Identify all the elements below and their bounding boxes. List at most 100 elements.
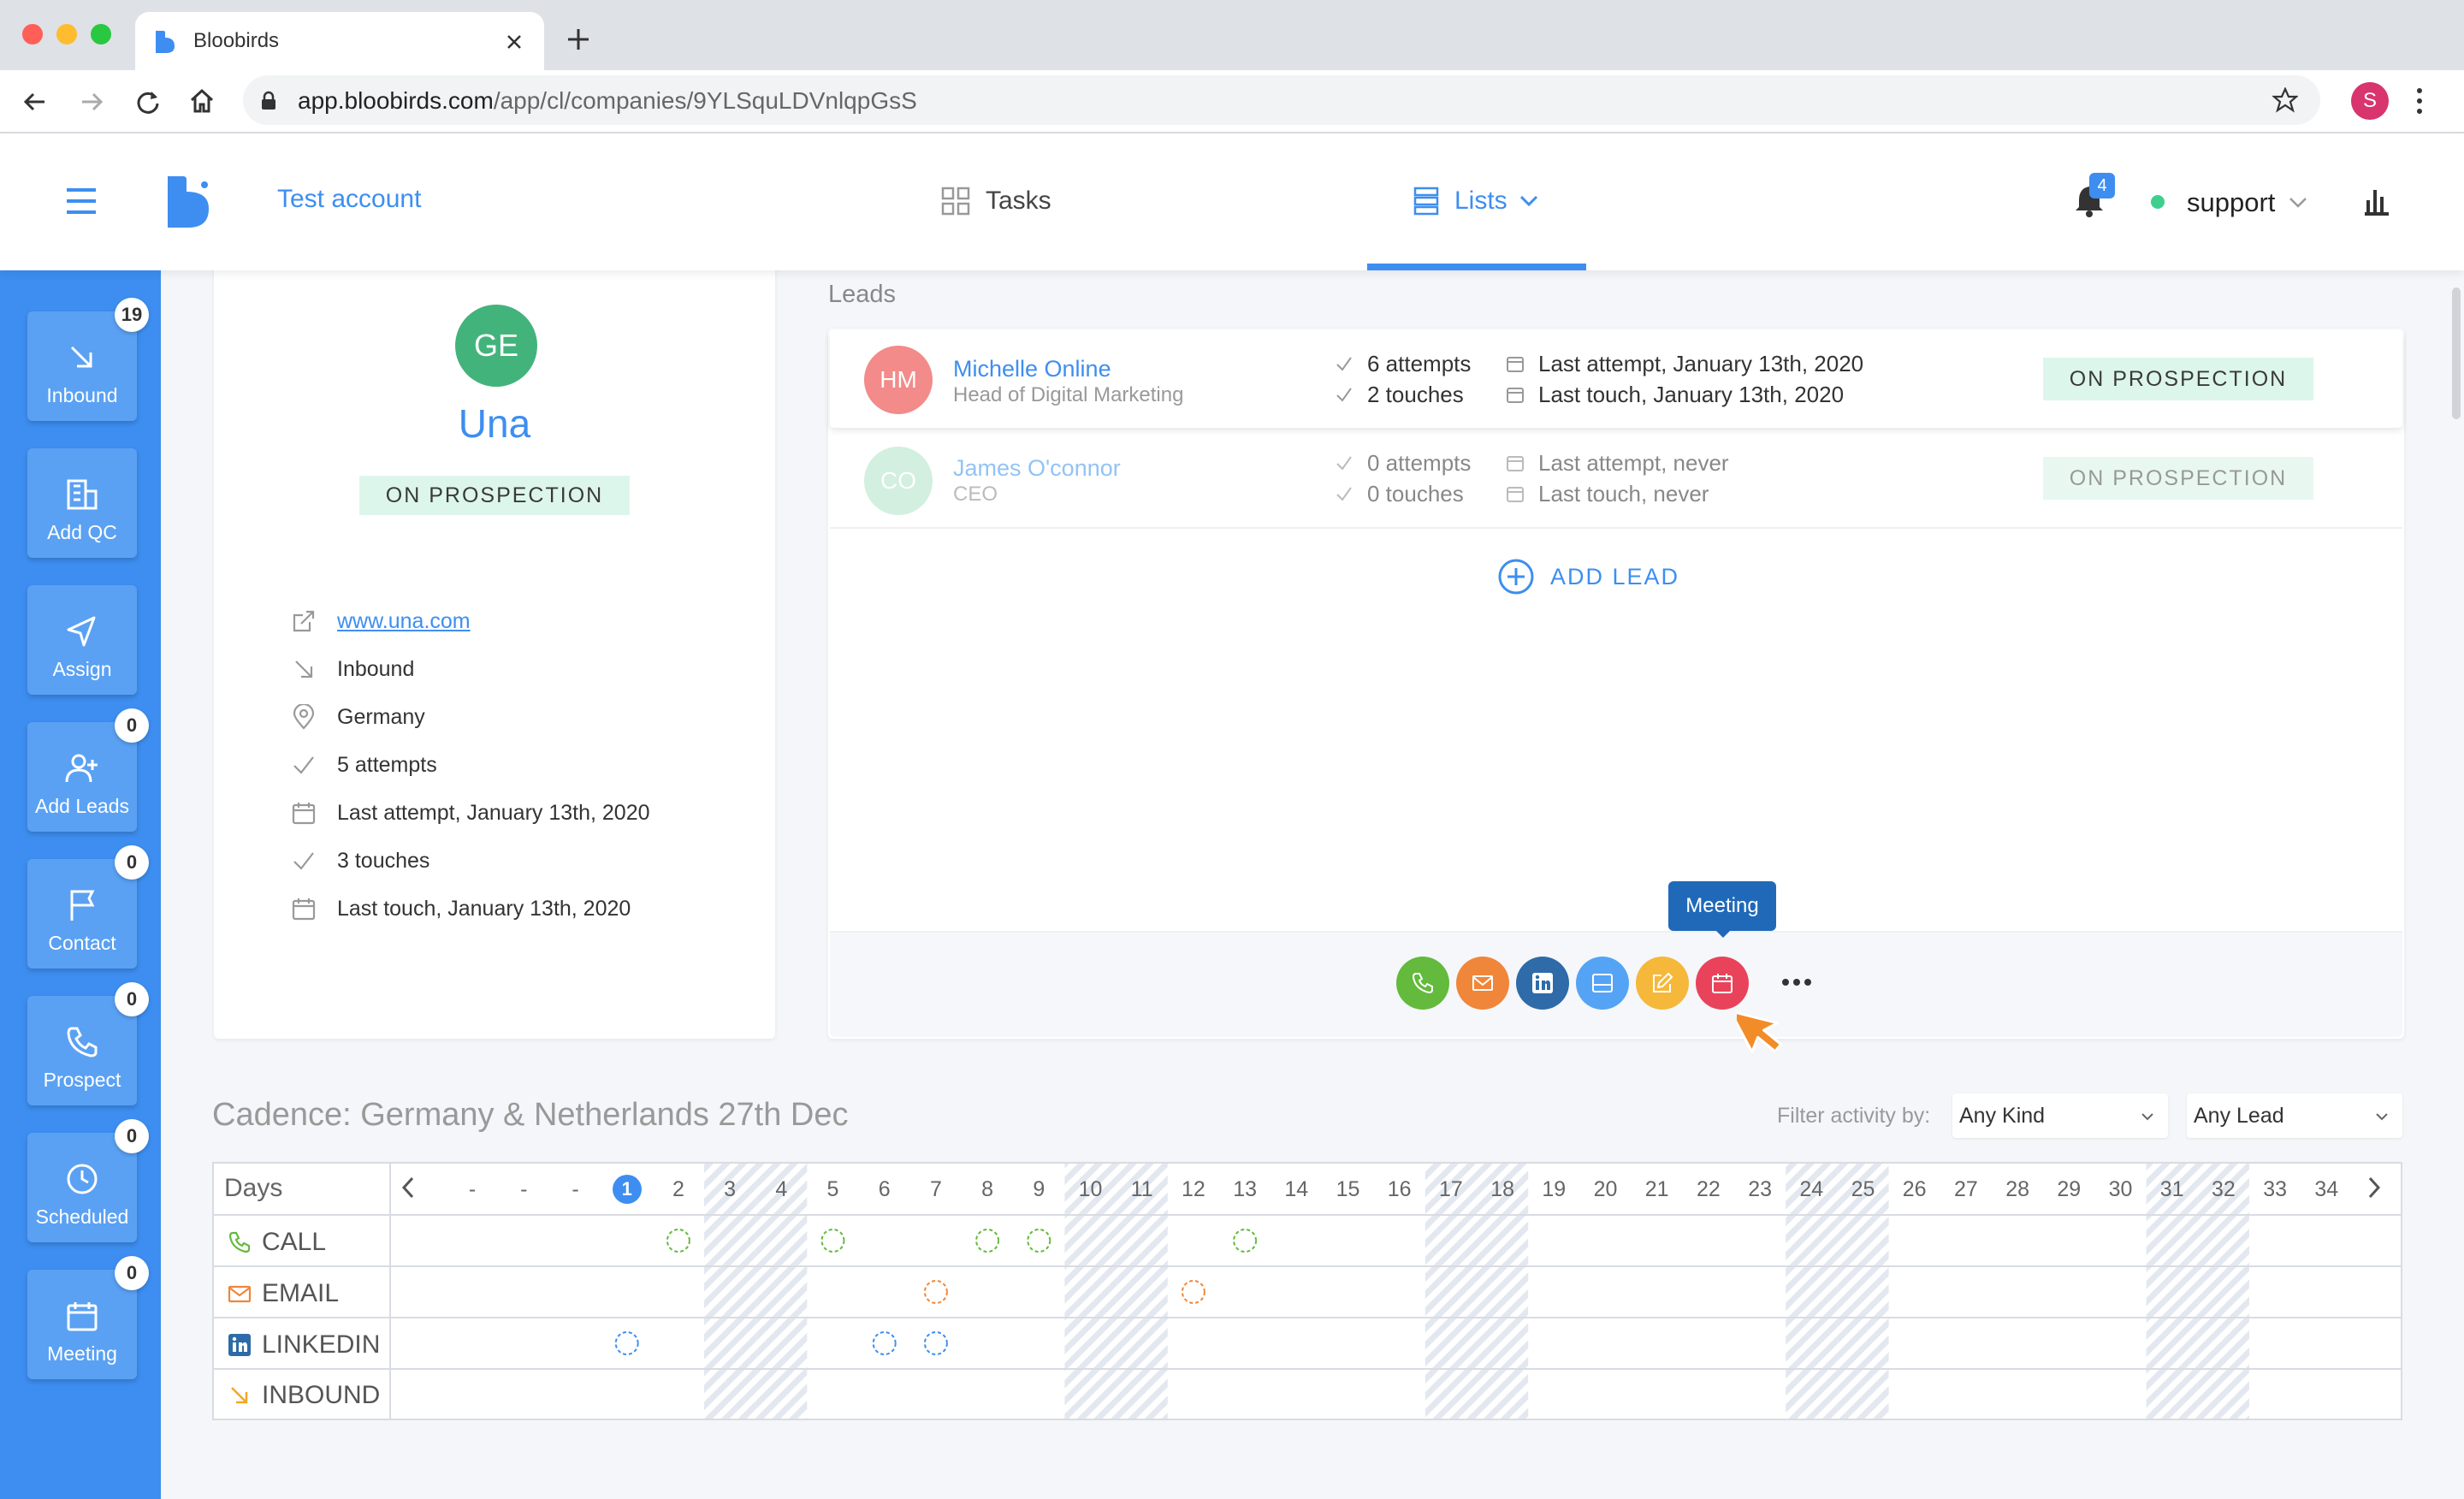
calendar-icon [67, 1302, 98, 1331]
day-header: 14 [1284, 1177, 1309, 1201]
day-header: 22 [1696, 1177, 1721, 1201]
calendar-icon [1507, 357, 1524, 372]
phone-icon [228, 1231, 251, 1253]
website-row: www.una.com [291, 604, 471, 638]
filter-kind-value: Any Kind [1959, 1104, 2046, 1128]
list-icon [1413, 187, 1439, 216]
company-name[interactable]: Una [214, 400, 775, 447]
new-tab-icon[interactable] [566, 27, 590, 51]
sidebar-item-assign[interactable]: Assign [27, 585, 137, 695]
count-badge: 0 [115, 1119, 149, 1153]
sidebar-item-scheduled[interactable]: Scheduled 0 [27, 1119, 149, 1242]
check-icon [293, 852, 314, 870]
activity-mark-linkedin[interactable] [872, 1331, 897, 1355]
day-header: 29 [2057, 1177, 2082, 1201]
browser-tab[interactable]: Bloobirds [135, 12, 544, 70]
sidebar-item-meeting[interactable]: Meeting 0 [27, 1256, 149, 1379]
sidebar-item-label: Inbound [46, 384, 118, 406]
home-icon[interactable] [188, 87, 216, 115]
day-header: 6 [878, 1177, 891, 1201]
lead-last-attempt: Last attempt, January 13th, 2020 [1538, 351, 1864, 376]
back-icon[interactable] [22, 89, 48, 115]
call-action-button[interactable] [1396, 957, 1449, 1010]
count-badge: 0 [115, 708, 149, 743]
address-bar[interactable]: app.bloobirds.com/app/cl/companies/9YLSq… [243, 75, 2320, 125]
leads-section-title: Leads [828, 281, 897, 308]
linkedin-action-button[interactable] [1516, 957, 1569, 1010]
check-icon [1336, 388, 1352, 402]
user-menu[interactable]: support [2187, 183, 2307, 222]
browser-menu-icon[interactable] [2414, 86, 2425, 116]
bloobirds-logo[interactable] [166, 175, 214, 229]
company-last-touch: Last touch, January 13th, 2020 [337, 896, 631, 921]
external-link-icon [293, 610, 315, 632]
day-header: 27 [1953, 1177, 1978, 1201]
activity-mark-call[interactable] [1233, 1229, 1258, 1253]
activity-mark-call[interactable] [820, 1229, 845, 1253]
filter-kind-select[interactable]: Any Kind [1952, 1093, 2168, 1138]
day-header: 19 [1542, 1177, 1567, 1201]
chevron-left-icon[interactable] [400, 1176, 416, 1200]
sidebar-item-add-leads[interactable]: Add Leads 0 [27, 708, 149, 832]
activity-mark-call[interactable] [666, 1229, 690, 1253]
company-website-link[interactable]: www.una.com [337, 609, 471, 634]
lead-name[interactable]: James O'connor [953, 455, 1121, 482]
company-attempts: 5 attempts [337, 752, 437, 777]
meeting-tooltip: Meeting [1668, 881, 1776, 931]
inbound-arrow-icon [295, 661, 313, 678]
tooltip-arrow [1715, 929, 1732, 938]
day-header: 26 [1902, 1177, 1927, 1201]
filter-lead-select[interactable]: Any Lead [2187, 1093, 2402, 1138]
website-action-button[interactable] [1576, 957, 1629, 1010]
profile-avatar[interactable]: S [2351, 82, 2389, 120]
activity-mark-linkedin[interactable] [614, 1331, 639, 1355]
more-actions-icon[interactable] [1781, 977, 1812, 987]
maximize-window-button[interactable] [91, 24, 111, 44]
day-header: 4 [775, 1177, 788, 1201]
calendar-icon [292, 898, 316, 921]
lead-role: CEO [953, 483, 998, 506]
email-action-button[interactable] [1456, 957, 1509, 1010]
browser-tabstrip: Bloobirds [0, 0, 2464, 70]
add-lead-button[interactable]: ADD LEAD [1497, 556, 1679, 597]
nav-tasks[interactable]: Tasks [941, 181, 1051, 221]
activity-mark-call[interactable] [975, 1229, 1000, 1253]
bar-chart-icon[interactable] [2361, 187, 2390, 216]
close-window-button[interactable] [22, 24, 43, 44]
days-label: Days [224, 1174, 283, 1202]
sidebar-item-add-qc[interactable]: Add QC [27, 448, 137, 558]
cadence-timeline: Days - - -1 2 3 4 5 6 7 8 9 10 11 12 13 14 15 16 17 18 19 20 2… [212, 1162, 2402, 1420]
day-header: 2 [672, 1177, 684, 1201]
close-tab-icon[interactable] [505, 33, 524, 51]
minimize-window-button[interactable] [56, 24, 77, 44]
sidebar-item-inbound[interactable]: Inbound 19 [27, 298, 149, 421]
activity-mark-email[interactable] [1181, 1280, 1205, 1304]
day-header: 30 [2108, 1177, 2133, 1201]
lead-attempts: 6 attempts [1367, 351, 1472, 376]
note-action-button[interactable] [1636, 957, 1689, 1010]
row-label-inbound: INBOUND [228, 1371, 380, 1420]
chevron-right-icon[interactable] [2366, 1176, 2382, 1200]
nav-lists[interactable]: Lists [1413, 181, 1538, 221]
plus-circle-icon [1498, 559, 1534, 595]
vertical-scrollbar-thumb[interactable] [2452, 287, 2461, 419]
bookmark-star-icon[interactable] [2272, 87, 2298, 113]
add-user-icon [65, 754, 98, 783]
notifications-button[interactable]: 4 [2074, 173, 2115, 221]
lead-name[interactable]: Michelle Online [953, 356, 1111, 382]
reload-icon[interactable] [135, 89, 161, 115]
company-avatar: GE [455, 305, 537, 387]
left-sidebar: Inbound 19 Add QC Assign Add Leads 0 Con… [0, 270, 161, 1499]
company-source: Inbound [337, 656, 415, 681]
activity-mark-linkedin[interactable] [923, 1331, 948, 1355]
sidebar-item-prospect[interactable]: Prospect 0 [27, 982, 149, 1105]
activity-mark-call[interactable] [1027, 1229, 1051, 1253]
sidebar-item-contact[interactable]: Contact 0 [27, 845, 149, 969]
activity-mark-email[interactable] [923, 1280, 948, 1304]
calendar-icon [1712, 974, 1732, 993]
hamburger-menu-icon[interactable] [65, 187, 98, 216]
filter-lead-value: Any Lead [2194, 1104, 2284, 1128]
user-name: support [2187, 187, 2276, 217]
account-name[interactable]: Test account [277, 185, 421, 214]
forward-icon[interactable] [79, 89, 104, 115]
